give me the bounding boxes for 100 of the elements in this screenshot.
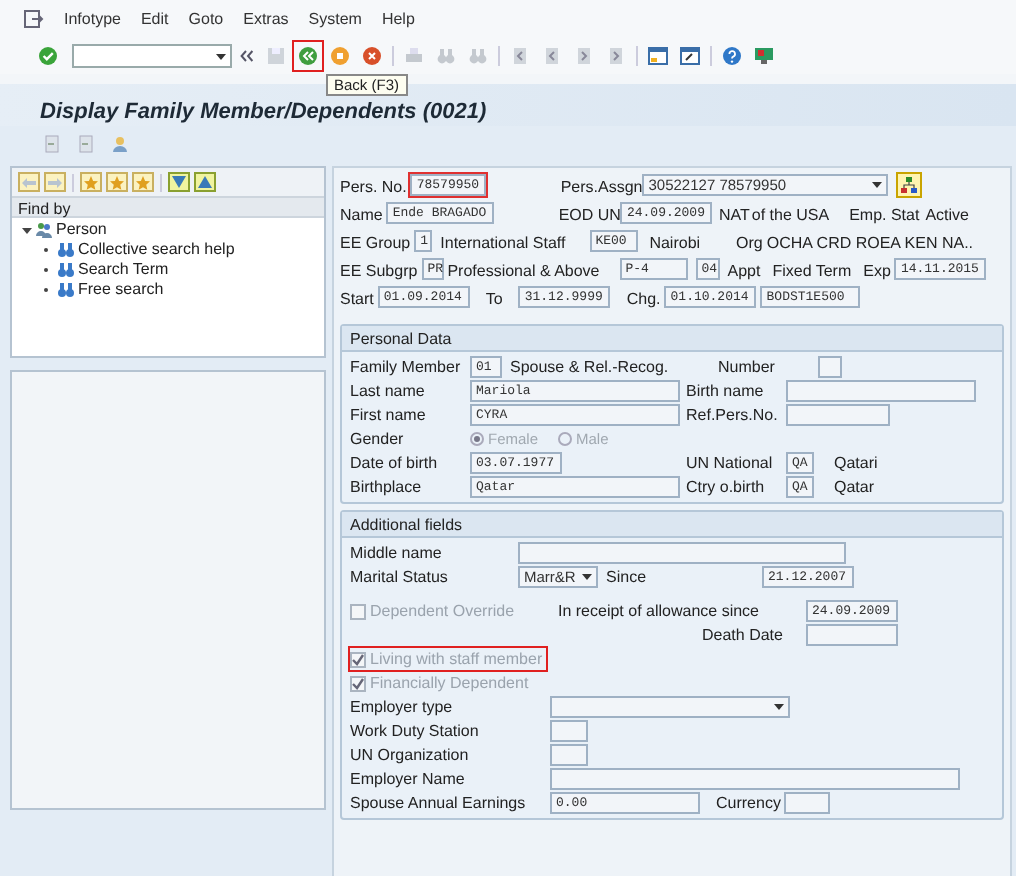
input-field[interactable] bbox=[786, 380, 976, 402]
value-text: of the USA bbox=[751, 206, 830, 224]
new-window-icon[interactable] bbox=[646, 44, 670, 68]
next-page-icon[interactable] bbox=[572, 44, 596, 68]
caret-icon bbox=[216, 53, 226, 59]
field-label: Number bbox=[718, 356, 777, 378]
field-label: To bbox=[485, 290, 503, 308]
checkbox-label: Dependent Override bbox=[370, 600, 515, 622]
star-icon[interactable] bbox=[132, 172, 154, 192]
document-icon[interactable] bbox=[40, 132, 64, 156]
field-label: Start bbox=[340, 290, 374, 308]
field-label: Birth name bbox=[686, 380, 766, 402]
input-field[interactable] bbox=[784, 792, 830, 814]
back-icon[interactable] bbox=[296, 44, 320, 68]
tree-item[interactable]: Search Term bbox=[78, 260, 169, 280]
tree-item[interactable]: Collective search help bbox=[78, 240, 235, 260]
field-label: In receipt of allowance since bbox=[558, 600, 761, 622]
field-label: Last name bbox=[350, 380, 427, 402]
menu-item[interactable]: System bbox=[308, 7, 362, 31]
value-text: Nairobi bbox=[649, 234, 701, 252]
tree-item[interactable]: Person bbox=[56, 220, 107, 240]
group-title: Additional fields bbox=[342, 512, 1002, 538]
field-label: Birthplace bbox=[350, 476, 424, 498]
field-label: Marital Status bbox=[350, 566, 450, 588]
binoculars-icon[interactable] bbox=[466, 44, 490, 68]
value-text: Spouse & Rel.-Recog. bbox=[510, 356, 671, 378]
star-icon[interactable] bbox=[80, 172, 102, 192]
value-text: OCHA CRD ROEA KEN NA.. bbox=[766, 234, 974, 252]
people-icon bbox=[36, 222, 52, 238]
checkbox-label: Living with staff member bbox=[370, 648, 543, 670]
field-label: Death Date bbox=[702, 624, 785, 646]
menu-item[interactable]: Edit bbox=[140, 7, 169, 31]
field-label: Date of birth bbox=[350, 452, 440, 474]
field-label: UN Organization bbox=[350, 744, 471, 766]
star-icon[interactable] bbox=[106, 172, 128, 192]
arrow-left-icon[interactable] bbox=[18, 172, 40, 192]
field-label: EE Group bbox=[340, 234, 411, 252]
org-structure-button[interactable] bbox=[896, 171, 923, 197]
command-field[interactable] bbox=[72, 44, 232, 68]
field-label: Currency bbox=[716, 792, 783, 814]
shortcut-icon[interactable] bbox=[678, 44, 702, 68]
previous-page-icon[interactable] bbox=[540, 44, 564, 68]
field-label: Work Duty Station bbox=[350, 720, 481, 742]
last-page-icon[interactable] bbox=[604, 44, 628, 68]
dropdown-field[interactable] bbox=[550, 696, 790, 718]
menu-item[interactable]: Infotype bbox=[64, 7, 121, 31]
monitor-icon[interactable] bbox=[752, 44, 776, 68]
value-text: NAT bbox=[718, 206, 750, 224]
first-page-icon[interactable] bbox=[508, 44, 532, 68]
field-label: First name bbox=[350, 404, 428, 426]
input-field[interactable] bbox=[550, 744, 588, 766]
field-label: Since bbox=[606, 566, 649, 588]
expand-icon[interactable] bbox=[168, 172, 190, 192]
caret-icon bbox=[774, 704, 784, 710]
caret-icon bbox=[872, 181, 883, 187]
field-label: Employer Name bbox=[350, 768, 467, 790]
print-icon[interactable] bbox=[402, 44, 426, 68]
help-icon[interactable] bbox=[720, 44, 744, 68]
document-icon[interactable] bbox=[74, 132, 98, 156]
field-label: Chg. bbox=[626, 290, 661, 308]
menu-icon[interactable] bbox=[24, 10, 44, 28]
value-text: Professional & Above bbox=[447, 262, 600, 280]
field-label: UN National bbox=[686, 452, 775, 474]
field-label: Ref.Pers.No. bbox=[686, 404, 780, 426]
save-icon[interactable] bbox=[264, 44, 288, 68]
arrow-right-icon[interactable] bbox=[44, 172, 66, 192]
collapse-icon[interactable] bbox=[240, 46, 256, 66]
input-field[interactable] bbox=[786, 404, 890, 426]
input-field[interactable] bbox=[550, 768, 960, 790]
cancel-icon[interactable] bbox=[360, 44, 384, 68]
value-text: Qatari bbox=[834, 452, 878, 474]
menu-item[interactable]: Goto bbox=[188, 7, 224, 31]
field-label: Org bbox=[736, 234, 763, 252]
field-label: Middle name bbox=[350, 542, 444, 564]
field-label: Ctry o.birth bbox=[686, 476, 767, 498]
screen-title: Display Family Member/Dependents (0021) bbox=[40, 100, 487, 124]
input-field[interactable] bbox=[806, 624, 898, 646]
field-label: EE Subgrp bbox=[340, 262, 418, 280]
expand-toggle-icon[interactable] bbox=[20, 225, 32, 235]
field-label: Name bbox=[340, 206, 383, 224]
field-label: Emp. Stat bbox=[849, 206, 920, 224]
value-text: Fixed Term bbox=[772, 262, 852, 280]
input-field[interactable] bbox=[550, 720, 588, 742]
binoculars-icon[interactable] bbox=[434, 44, 458, 68]
person-icon[interactable] bbox=[108, 132, 132, 156]
menu-item[interactable]: Extras bbox=[243, 7, 289, 31]
tree-item[interactable]: Free search bbox=[78, 280, 164, 300]
field-label: Family Member bbox=[350, 356, 463, 378]
column-header: Find by bbox=[12, 196, 324, 218]
input-field[interactable] bbox=[818, 356, 842, 378]
menu-item[interactable]: Help bbox=[381, 7, 415, 31]
binoculars-icon bbox=[58, 242, 74, 258]
value-text: International Staff bbox=[440, 234, 566, 252]
value-text: Qatar bbox=[834, 476, 875, 498]
collapse-icon[interactable] bbox=[194, 172, 216, 192]
group-title: Personal Data bbox=[342, 326, 1002, 352]
input-field[interactable] bbox=[518, 542, 846, 564]
check-icon[interactable] bbox=[36, 44, 60, 68]
field-label: Gender bbox=[350, 428, 406, 450]
exit-icon[interactable] bbox=[328, 44, 352, 68]
